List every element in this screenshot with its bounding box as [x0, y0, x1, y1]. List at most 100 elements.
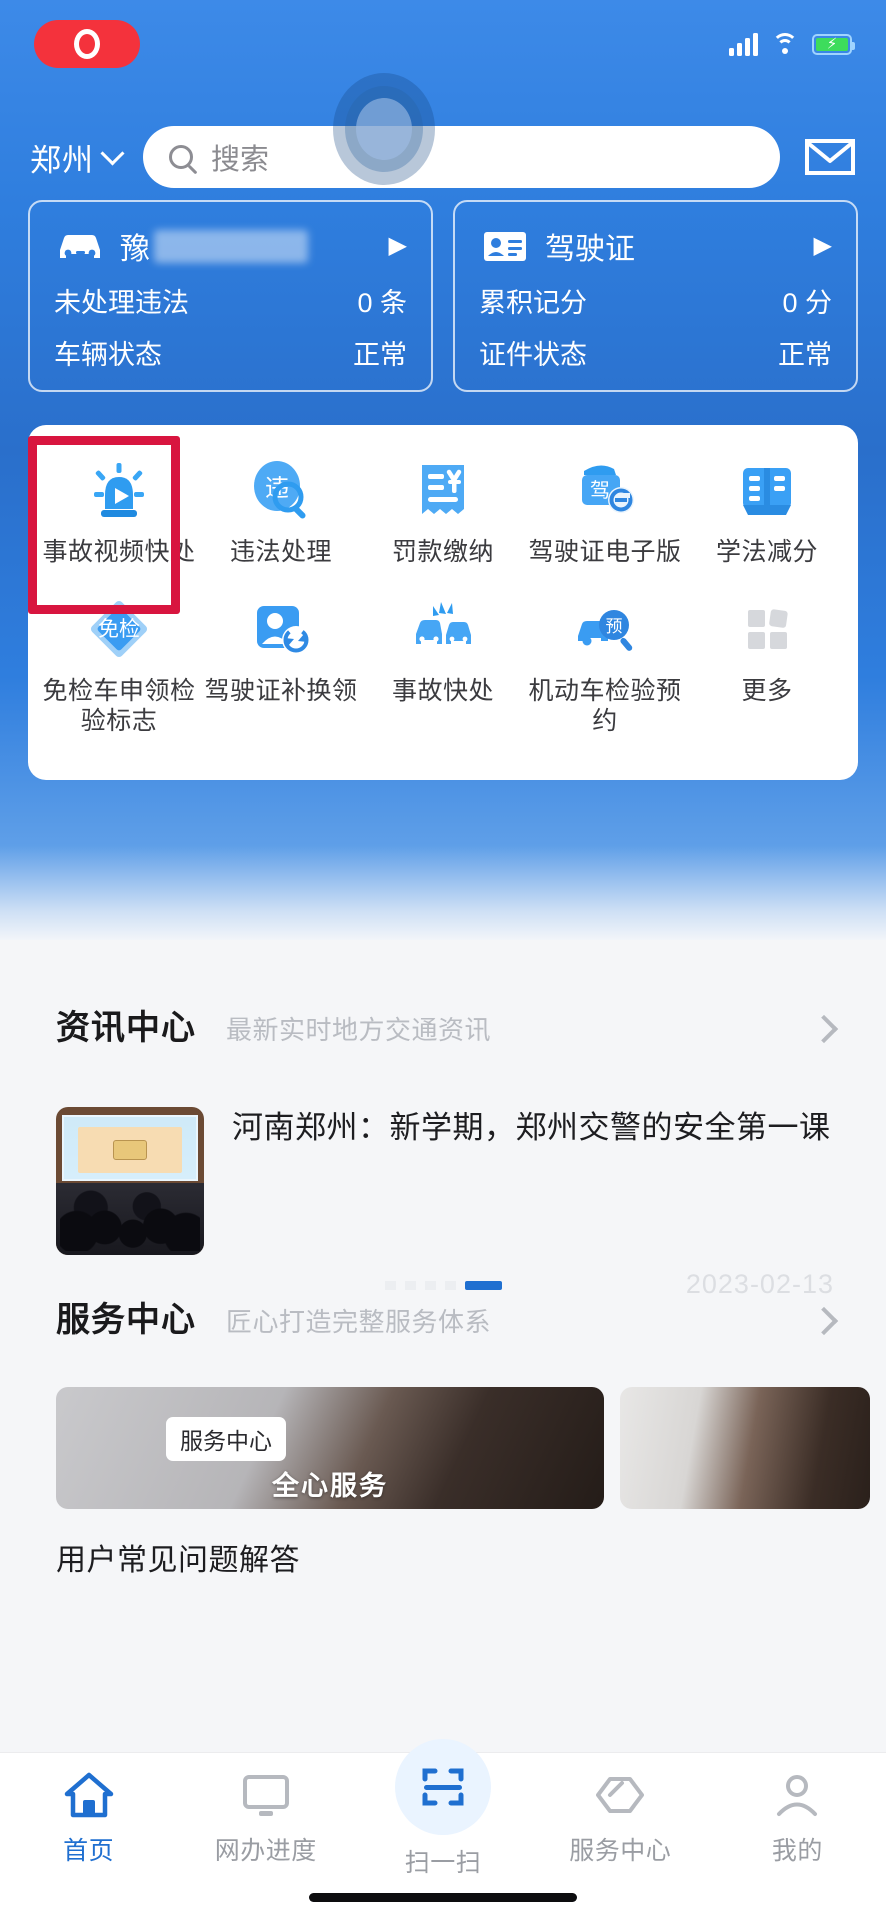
license-row-value-1: 正常 — [778, 340, 832, 370]
summary-cards: 豫 AU34G7G ▶ 未处理违法 0 条 车辆状态 正常 — [28, 200, 858, 392]
chevron-right-icon[interactable] — [809, 1014, 839, 1044]
svg-text:免检: 免检 — [98, 618, 140, 641]
exempt-inspection-diamond-icon: 免检 — [84, 594, 154, 664]
grid-item-e-license[interactable]: 驾 驾驶证电子版 — [524, 447, 686, 582]
service-section-title: 服务中心 — [56, 1301, 196, 1339]
table-row: 累积记分 0 分 — [479, 281, 832, 320]
license-card-header: 驾驶证 ▶ — [479, 224, 832, 268]
search-icon — [169, 145, 193, 169]
person-icon — [769, 1769, 825, 1823]
grid-label: 驾驶证补换领 — [204, 676, 358, 705]
mail-icon[interactable] — [804, 137, 856, 177]
scan-icon — [395, 1739, 491, 1835]
monitor-icon — [238, 1769, 294, 1823]
news-section-subtitle: 最新实时地方交通资讯 — [226, 1015, 492, 1045]
grid-label: 机动车检验预约 — [528, 676, 682, 736]
wifi-icon — [771, 33, 799, 55]
chevron-down-icon — [100, 141, 125, 166]
tab-profile[interactable]: 我的 — [709, 1769, 886, 1867]
violation-search-icon: 违 — [246, 455, 316, 525]
vehicle-row-label-1: 车辆状态 — [54, 340, 162, 370]
more-squares-icon — [732, 594, 802, 664]
grid-label: 学法减分 — [715, 538, 818, 566]
grid-item-license-renew[interactable]: 驾驶证补换领 — [200, 586, 362, 751]
vehicle-plate: 豫 AU34G7G — [120, 224, 308, 268]
grid-item-fine-payment[interactable]: 罚款缴纳 — [362, 447, 524, 582]
grid-item-study-law[interactable]: 学法减分 — [686, 447, 848, 582]
license-row-value-0: 0 分 — [782, 288, 832, 318]
service-banner-chip: 服务中心 — [166, 1417, 286, 1461]
list-item[interactable]: 河南郑州：新学期，郑州交警的安全第一课 — [0, 1049, 886, 1255]
license-row-label-1: 证件状态 — [479, 340, 587, 370]
tab-home[interactable]: 首页 — [0, 1769, 177, 1867]
id-card-icon — [484, 232, 526, 261]
vehicle-row-value-1: 正常 — [353, 340, 407, 370]
tab-label: 首页 — [63, 1837, 115, 1865]
vehicle-row-value-0: 0 条 — [357, 288, 407, 318]
license-card[interactable]: 驾驶证 ▶ 累积记分 0 分 证件状态 正常 — [453, 200, 858, 392]
grid-label: 免检车申领检验标志 — [42, 676, 196, 736]
person-renew-icon — [246, 594, 316, 664]
status-bar: ⚡ — [0, 0, 886, 88]
license-title: 驾驶证 — [545, 233, 635, 266]
license-card-arrow-icon: ▶ — [813, 232, 832, 259]
chevron-right-icon[interactable] — [809, 1306, 839, 1336]
grid-label: 违法处理 — [229, 538, 332, 566]
open-book-icon — [732, 455, 802, 525]
record-dot-icon — [74, 29, 100, 59]
news-center-section: 资讯中心 最新实时地方交通资讯 河南郑州：新学期，郑州交警的安全第一课 2023… — [0, 1000, 886, 1311]
plate-province: 豫 — [120, 233, 150, 266]
table-row: 车辆状态 正常 — [54, 333, 407, 372]
service-section-subtitle: 匠心打造完整服务体系 — [226, 1307, 492, 1337]
vehicle-booking-icon: 预 — [570, 594, 640, 664]
svg-text:驾: 驾 — [590, 479, 610, 502]
service-section-header[interactable]: 服务中心 匠心打造完整服务体系 — [0, 1292, 886, 1341]
news-section-title: 资讯中心 — [56, 1009, 196, 1047]
vehicle-card[interactable]: 豫 AU34G7G ▶ 未处理违法 0 条 车辆状态 正常 — [28, 200, 433, 392]
table-row: 证件状态 正常 — [479, 333, 832, 372]
vehicle-card-arrow-icon: ▶ — [388, 232, 407, 259]
search-input[interactable]: 搜索 — [143, 126, 780, 188]
alarm-beacon-video-icon — [84, 455, 154, 525]
service-banner-primary[interactable]: 服务中心 全心服务 — [56, 1387, 604, 1509]
vehicle-row-label-0: 未处理违法 — [54, 288, 189, 318]
service-banner-carousel[interactable]: 服务中心 全心服务 — [0, 1341, 886, 1509]
city-selector[interactable]: 郑州 — [30, 135, 125, 180]
app-screen: ⚡ 郑州 搜索 豫 ▶ 未处理违法 0 条 车辆状态 正常 驾驶证 ▶ 累积记分… — [0, 0, 886, 1920]
service-banner-secondary[interactable] — [620, 1387, 870, 1509]
grid-item-more[interactable]: 更多 — [686, 586, 848, 751]
vehicle-card-header: 豫 AU34G7G ▶ — [54, 224, 407, 268]
receipt-yuan-icon — [408, 455, 478, 525]
tab-label: 扫一扫 — [404, 1849, 482, 1877]
grid-item-violation-handling[interactable]: 违 违法处理 — [200, 447, 362, 582]
grid-item-inspection-booking[interactable]: 预 机动车检验预约 — [524, 586, 686, 751]
service-center-section: 服务中心 匠心打造完整服务体系 服务中心 全心服务 用户常见问题解答 — [0, 1292, 886, 1579]
grid-label: 驾驶证电子版 — [528, 538, 682, 566]
screen-recording-indicator — [34, 20, 140, 68]
grid-label: 事故快处 — [391, 676, 494, 705]
grid-label: 事故视频快处 — [42, 538, 196, 566]
tab-label: 服务中心 — [569, 1837, 672, 1865]
grid-item-exempt-inspection[interactable]: 免检 免检车申领检验标志 — [38, 586, 200, 751]
tab-scan[interactable]: 扫一扫 — [354, 1739, 531, 1879]
license-e-icon: 驾 — [570, 455, 640, 525]
news-section-header[interactable]: 资讯中心 最新实时地方交通资讯 — [0, 1000, 886, 1049]
grid-label: 罚款缴纳 — [391, 538, 494, 566]
tab-label: 网办进度 — [214, 1837, 317, 1865]
tab-progress[interactable]: 网办进度 — [177, 1769, 354, 1867]
news-thumbnail — [56, 1107, 204, 1255]
handshake-icon — [592, 1769, 648, 1823]
svg-text:预: 预 — [606, 617, 623, 636]
tab-service-center[interactable]: 服务中心 — [532, 1769, 709, 1867]
car-icon — [60, 235, 100, 258]
faq-link[interactable]: 用户常见问题解答 — [0, 1509, 886, 1579]
search-placeholder: 搜索 — [211, 144, 270, 176]
service-grid: 事故视频快处 违 违法处理 罚款缴纳 驾 驾驶证电子版 学法减分 免检 免检车申… — [38, 447, 848, 751]
service-grid-panel: 事故视频快处 违 违法处理 罚款缴纳 驾 驾驶证电子版 学法减分 免检 免检车申… — [28, 425, 858, 780]
header-search-row: 郑州 搜索 — [0, 124, 886, 190]
home-indicator — [309, 1893, 577, 1902]
home-icon — [61, 1769, 117, 1823]
plate-number-masked: AU34G7G — [154, 229, 308, 263]
grid-item-accident-video[interactable]: 事故视频快处 — [38, 447, 200, 582]
grid-item-accident-quick[interactable]: 事故快处 — [362, 586, 524, 751]
